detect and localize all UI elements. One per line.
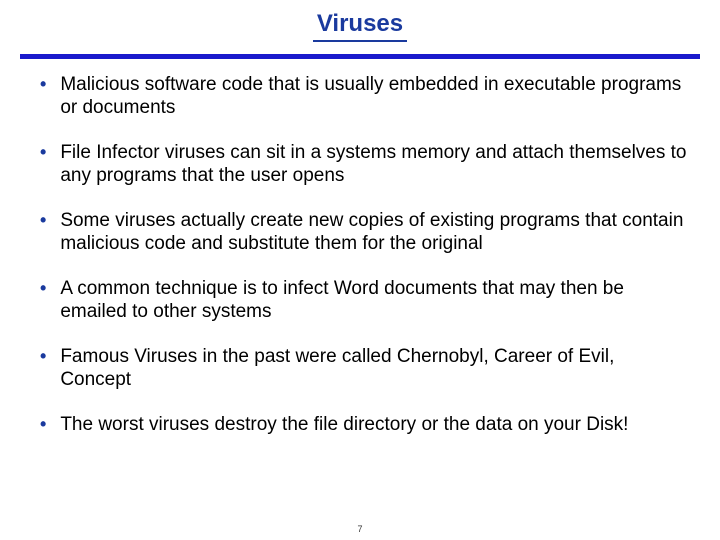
content-area: • Malicious software code that is usuall…: [0, 59, 720, 436]
list-item: • The worst viruses destroy the file dir…: [40, 413, 700, 436]
bullet-text: Malicious software code that is usually …: [60, 73, 700, 119]
list-item: • File Infector viruses can sit in a sys…: [40, 141, 700, 187]
bullet-text: File Infector viruses can sit in a syste…: [60, 141, 700, 187]
list-item: • Malicious software code that is usuall…: [40, 73, 700, 119]
page-number: 7: [0, 524, 720, 534]
bullet-icon: •: [40, 141, 46, 163]
list-item: • Famous Viruses in the past were called…: [40, 345, 700, 391]
list-item: • Some viruses actually create new copie…: [40, 209, 700, 255]
slide-title: Viruses: [313, 10, 407, 42]
bullet-text: Famous Viruses in the past were called C…: [60, 345, 700, 391]
title-container: Viruses: [0, 0, 720, 50]
bullet-icon: •: [40, 413, 46, 435]
bullet-text: Some viruses actually create new copies …: [60, 209, 700, 255]
bullet-icon: •: [40, 73, 46, 95]
bullet-list: • Malicious software code that is usuall…: [40, 73, 700, 436]
bullet-text: The worst viruses destroy the file direc…: [60, 413, 638, 436]
bullet-icon: •: [40, 277, 46, 299]
bullet-text: A common technique is to infect Word doc…: [60, 277, 700, 323]
bullet-icon: •: [40, 345, 46, 367]
list-item: • A common technique is to infect Word d…: [40, 277, 700, 323]
bullet-icon: •: [40, 209, 46, 231]
